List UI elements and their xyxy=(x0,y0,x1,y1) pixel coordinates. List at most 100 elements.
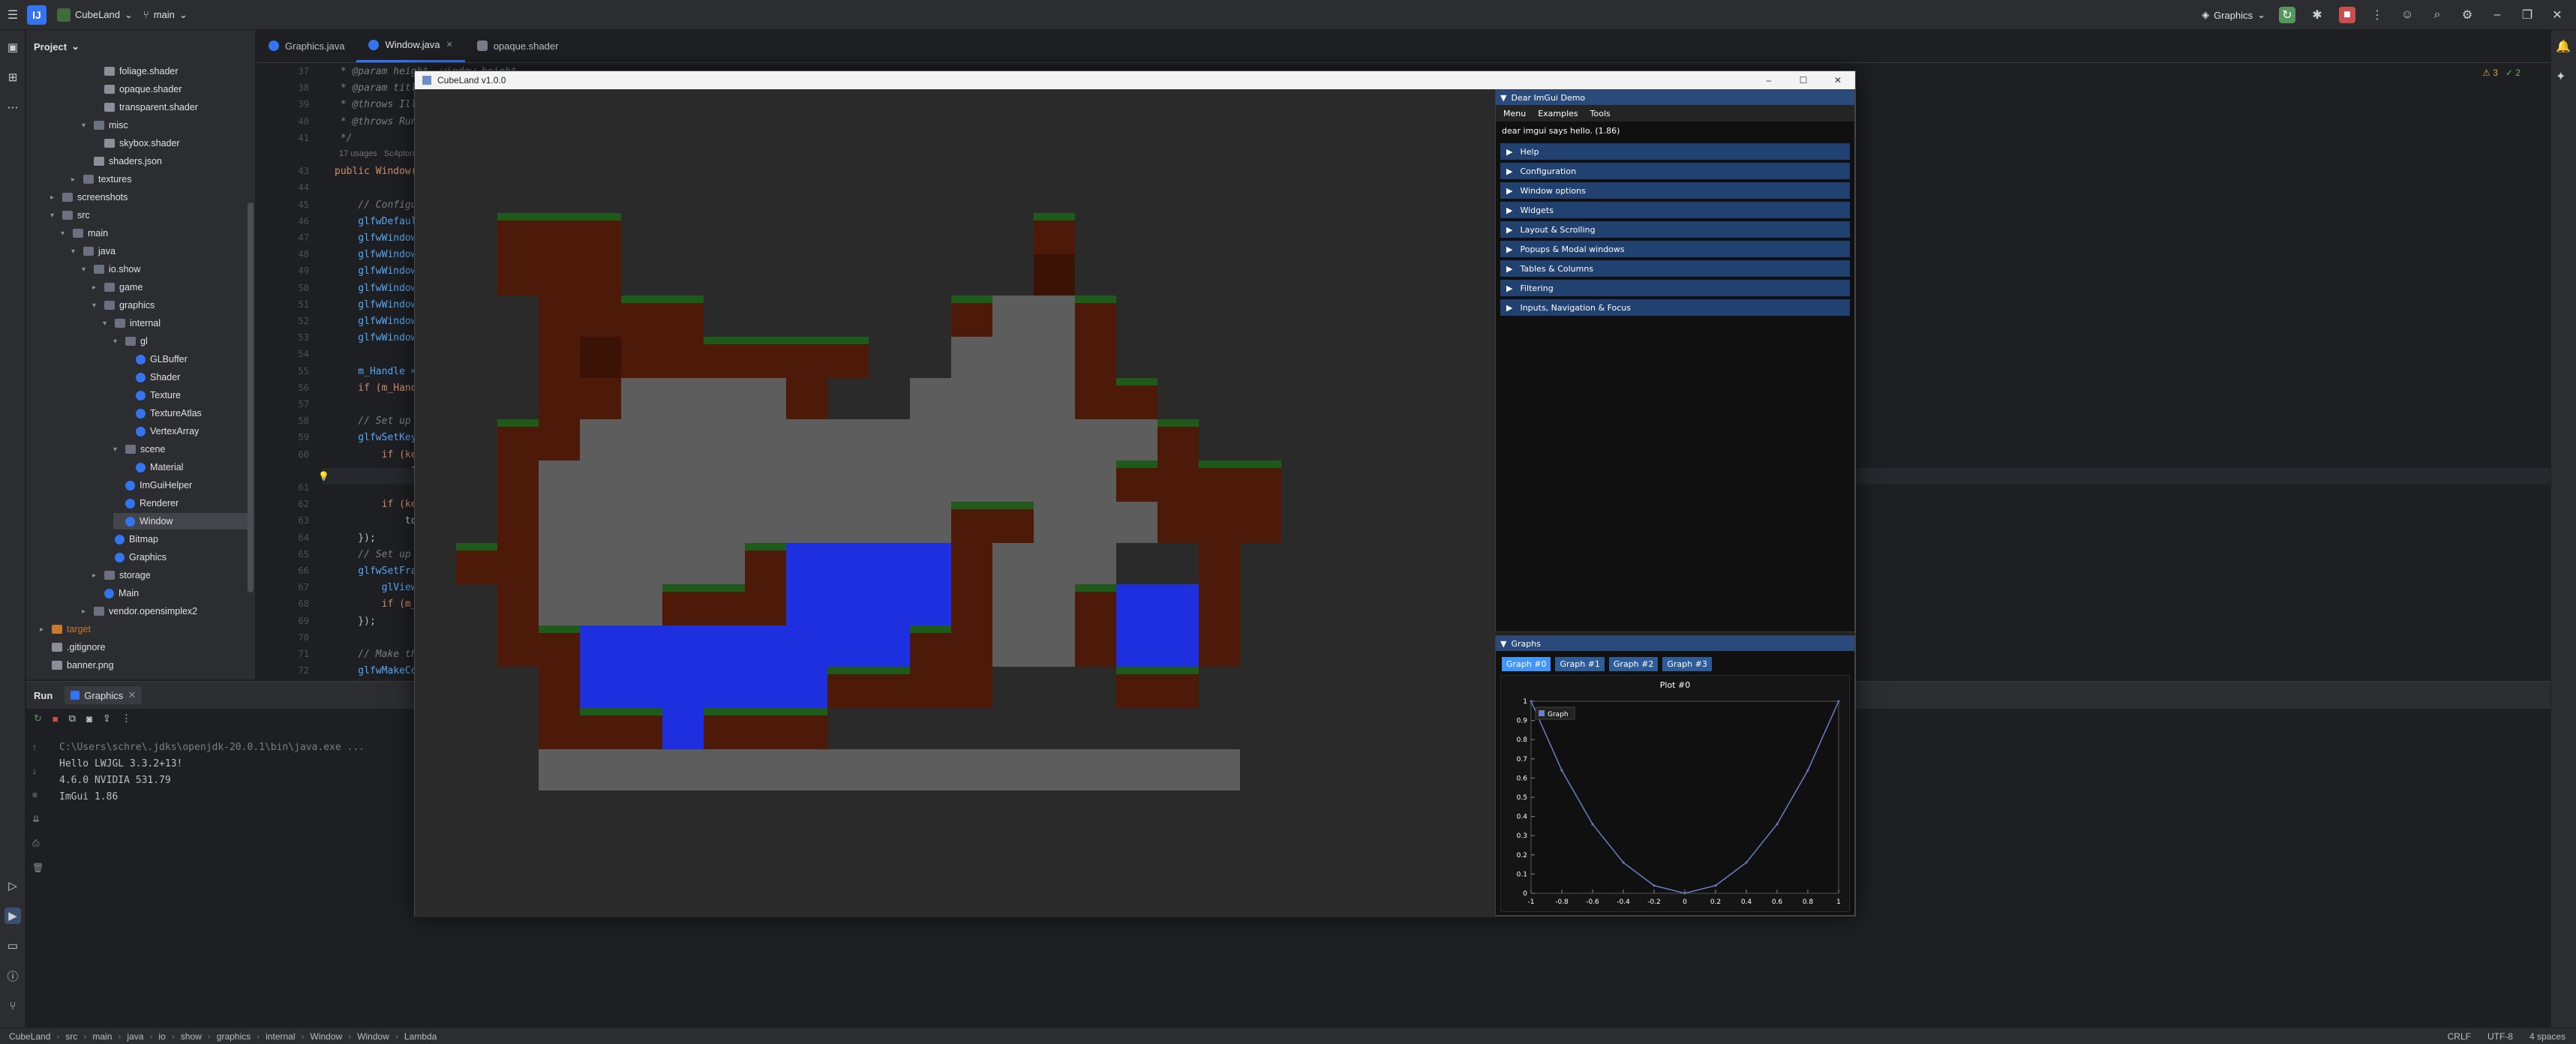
terminal-tool-icon[interactable]: ▭ xyxy=(5,938,21,954)
minimize-icon[interactable]: – xyxy=(2489,7,2505,23)
imgui-graphs-titlebar[interactable]: ▼ Graphs xyxy=(1496,636,1854,651)
breadcrumb-item[interactable]: Window xyxy=(311,1031,343,1042)
plot-canvas[interactable]: 10.90.80.70.60.50.40.30.20.10-1 -0.8 -0.6-… xyxy=(1501,691,1851,913)
legend[interactable]: Graph xyxy=(1535,706,1575,720)
imgui-collapsing-header[interactable]: ▶ Filtering xyxy=(1500,280,1850,296)
breadcrumb-item[interactable]: CubeLand xyxy=(9,1031,50,1042)
warnings-count[interactable]: ⚠ 3 xyxy=(2482,68,2498,78)
minimize-icon[interactable]: – xyxy=(1752,71,1786,89)
graph-tab[interactable]: Graph #2 xyxy=(1608,657,1659,671)
more-tools-icon[interactable]: ⋯ xyxy=(5,99,21,116)
project-panel-header[interactable]: Project ⌄ xyxy=(26,30,255,63)
tree-item[interactable]: ▾ src xyxy=(50,207,251,224)
more-icon[interactable]: ⋮ xyxy=(2369,7,2385,23)
file-encoding[interactable]: UTF-8 xyxy=(2487,1031,2513,1042)
plot-frame[interactable]: Plot #0 1 0.9 0.8 0.7 0.6 0.5 0.4 0.3 0.2 0.1 0 -1-… xyxy=(1500,675,1850,912)
maximize-icon[interactable]: ☐ xyxy=(1786,71,1821,89)
chevron-down-icon[interactable]: ▾ xyxy=(103,320,110,328)
imgui-collapsing-header[interactable]: ▶ Widgets xyxy=(1500,202,1850,218)
trash-icon[interactable]: 🗑 xyxy=(32,862,47,873)
imgui-demo-window[interactable]: ▼ Dear ImGui Demo Menu Examples Tools dear… xyxy=(1495,89,1855,632)
arrow-down-icon[interactable]: ↓ xyxy=(32,766,47,776)
scroll-end-icon[interactable]: ⇊ xyxy=(32,814,47,824)
breadcrumb-item[interactable]: Lambda xyxy=(404,1031,437,1042)
restore-icon[interactable]: ❐ xyxy=(2519,7,2535,23)
problems-tool-icon[interactable]: ⓘ xyxy=(5,968,21,984)
breadcrumb-item[interactable]: Window xyxy=(357,1031,389,1042)
lightbulb-icon[interactable]: 💡 xyxy=(318,471,329,482)
tree-item[interactable]: shaders.json xyxy=(82,153,251,170)
ai-assistant-icon[interactable]: ✦ xyxy=(2556,69,2572,86)
chevron-down-icon[interactable]: ▾ xyxy=(71,248,79,256)
close-icon[interactable]: ✕ xyxy=(2549,7,2565,23)
editor-tab[interactable]: Window.java ✕ xyxy=(356,29,465,62)
imgui-collapsing-header[interactable]: ▶ Help xyxy=(1500,143,1850,160)
breadcrumb-item[interactable]: graphics xyxy=(217,1031,251,1042)
run-tab-graphics[interactable]: Graphics ✕ xyxy=(65,686,143,704)
tree-item[interactable]: Main xyxy=(92,585,251,602)
tree-item[interactable]: ▸ vendor.opensimplex2 xyxy=(82,603,251,620)
services-tool-icon[interactable]: ▷ xyxy=(5,878,21,894)
tree-item[interactable]: .gitignore xyxy=(40,639,251,656)
tree-item[interactable]: transparent.shader xyxy=(92,99,251,116)
notifications-icon[interactable]: 🔔 xyxy=(2556,39,2572,56)
app-window-titlebar[interactable]: CubeLand v1.0.0 – ☐ ✕ xyxy=(415,71,1855,89)
tree-item[interactable]: opaque.shader xyxy=(92,81,251,98)
breadcrumb-item[interactable]: src xyxy=(65,1031,77,1042)
structure-tool-icon[interactable]: ⊞ xyxy=(5,69,21,86)
tree-item[interactable]: ▾ misc xyxy=(82,117,251,134)
soft-wrap-icon[interactable]: ≡ xyxy=(32,790,47,800)
main-menu-icon[interactable]: ☰ xyxy=(5,7,21,23)
tree-item[interactable]: Material xyxy=(124,459,251,476)
chevron-right-icon[interactable]: ▸ xyxy=(92,572,100,580)
graph-tab[interactable]: Graph #1 xyxy=(1555,657,1605,671)
tree-item[interactable]: Window xyxy=(113,513,251,530)
indent-setting[interactable]: 4 spaces xyxy=(2529,1031,2565,1042)
chevron-right-icon[interactable]: ▸ xyxy=(71,176,79,184)
tree-item[interactable]: GLBuffer xyxy=(124,351,251,368)
chevron-right-icon[interactable]: ▸ xyxy=(82,608,89,616)
chevron-right-icon[interactable]: ▸ xyxy=(50,194,58,202)
tree-item[interactable]: ▾ graphics xyxy=(92,297,251,314)
chevron-down-icon[interactable]: ▾ xyxy=(61,230,68,238)
breadcrumb-item[interactable]: internal xyxy=(266,1031,295,1042)
tree-item[interactable]: ▸ storage xyxy=(92,567,251,584)
tree-item[interactable]: ▾ io.show xyxy=(82,261,251,278)
breadcrumb-item[interactable]: java xyxy=(127,1031,143,1042)
graph-tab[interactable]: Graph #0 xyxy=(1502,657,1551,671)
imgui-collapsing-header[interactable]: ▶ Layout & Scrolling xyxy=(1500,221,1850,238)
chevron-down-icon[interactable]: ▾ xyxy=(50,212,58,220)
imgui-collapsing-header[interactable]: ▶ Window options xyxy=(1500,182,1850,199)
chevron-down-icon[interactable]: ▾ xyxy=(82,266,89,274)
chevron-down-icon[interactable]: ▾ xyxy=(92,302,100,310)
print-icon[interactable]: ⎙ xyxy=(32,838,47,849)
checks-count[interactable]: ✓ 2 xyxy=(2505,68,2520,78)
chevron-right-icon[interactable]: ▸ xyxy=(92,284,100,292)
git-tool-icon[interactable]: ⑂ xyxy=(5,998,21,1014)
chevron-down-icon[interactable]: ▾ xyxy=(113,338,121,346)
imgui-collapsing-header[interactable]: ▶ Configuration xyxy=(1500,163,1850,179)
stop-icon[interactable]: ■ xyxy=(2339,7,2355,23)
project-scrollbar[interactable] xyxy=(248,202,254,592)
arrow-up-icon[interactable]: ↑ xyxy=(32,742,47,752)
more-icon[interactable]: ⋮ xyxy=(122,712,131,724)
chevron-down-icon[interactable]: ▾ xyxy=(113,446,121,454)
editor-tab[interactable]: opaque.shader xyxy=(465,29,571,62)
tree-item[interactable]: VertexArray xyxy=(124,423,251,440)
breadcrumb-item[interactable]: main xyxy=(92,1031,112,1042)
tree-item[interactable]: ▸ textures xyxy=(71,171,251,188)
project-tool-icon[interactable]: ▣ xyxy=(5,39,21,56)
chevron-right-icon[interactable]: ▸ xyxy=(40,626,47,634)
editor-tab[interactable]: Graphics.java xyxy=(257,29,356,62)
tree-item[interactable]: Graphics xyxy=(103,549,251,566)
tree-item[interactable]: skybox.shader xyxy=(92,135,251,152)
rerun-icon[interactable]: ↻ xyxy=(34,712,42,724)
tree-item[interactable]: ▸ game xyxy=(92,279,251,296)
imgui-menu-item[interactable]: Menu xyxy=(1503,109,1526,118)
tree-item[interactable]: foliage.shader xyxy=(92,63,251,80)
imgui-demo-titlebar[interactable]: ▼ Dear ImGui Demo xyxy=(1496,90,1854,105)
settings-icon[interactable]: ⚙ xyxy=(2459,7,2475,23)
tree-item[interactable]: banner.png xyxy=(40,657,251,674)
chevron-down-icon[interactable]: ▾ xyxy=(82,122,89,130)
run-config-selector[interactable]: ◈ Graphics ⌄ xyxy=(2202,9,2265,21)
